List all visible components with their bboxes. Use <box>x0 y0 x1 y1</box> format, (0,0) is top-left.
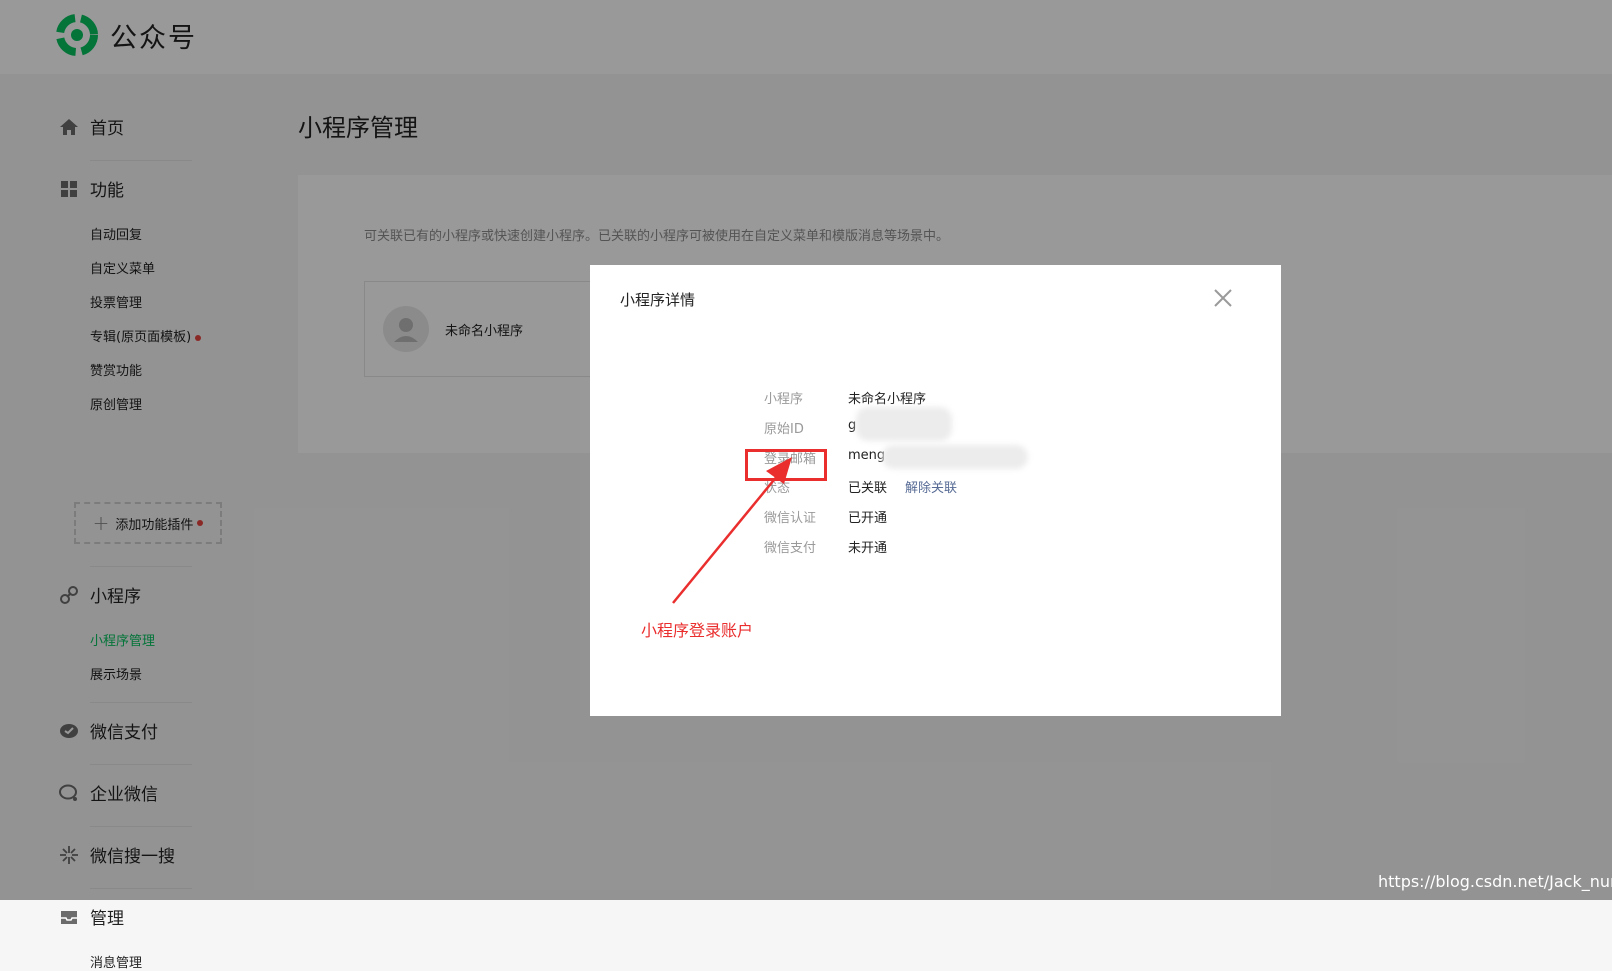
watermark: https://blog.csdn.net/Jack_num1 <box>1378 872 1612 891</box>
annotation-arrow-icon <box>672 457 792 604</box>
nav-management-label: 管理 <box>90 909 124 929</box>
nav-management[interactable]: 管理 <box>58 904 124 929</box>
annotation-label: 小程序登录账户 <box>641 621 754 640</box>
sidebar-item-message-manage[interactable]: 消息管理 <box>90 952 142 971</box>
inbox-icon <box>61 910 77 924</box>
miniprogram-detail-dialog: 小程序详情 小程序 未命名小程序 原始ID g 登录邮箱 meng 状态 已关联… <box>590 265 1281 716</box>
